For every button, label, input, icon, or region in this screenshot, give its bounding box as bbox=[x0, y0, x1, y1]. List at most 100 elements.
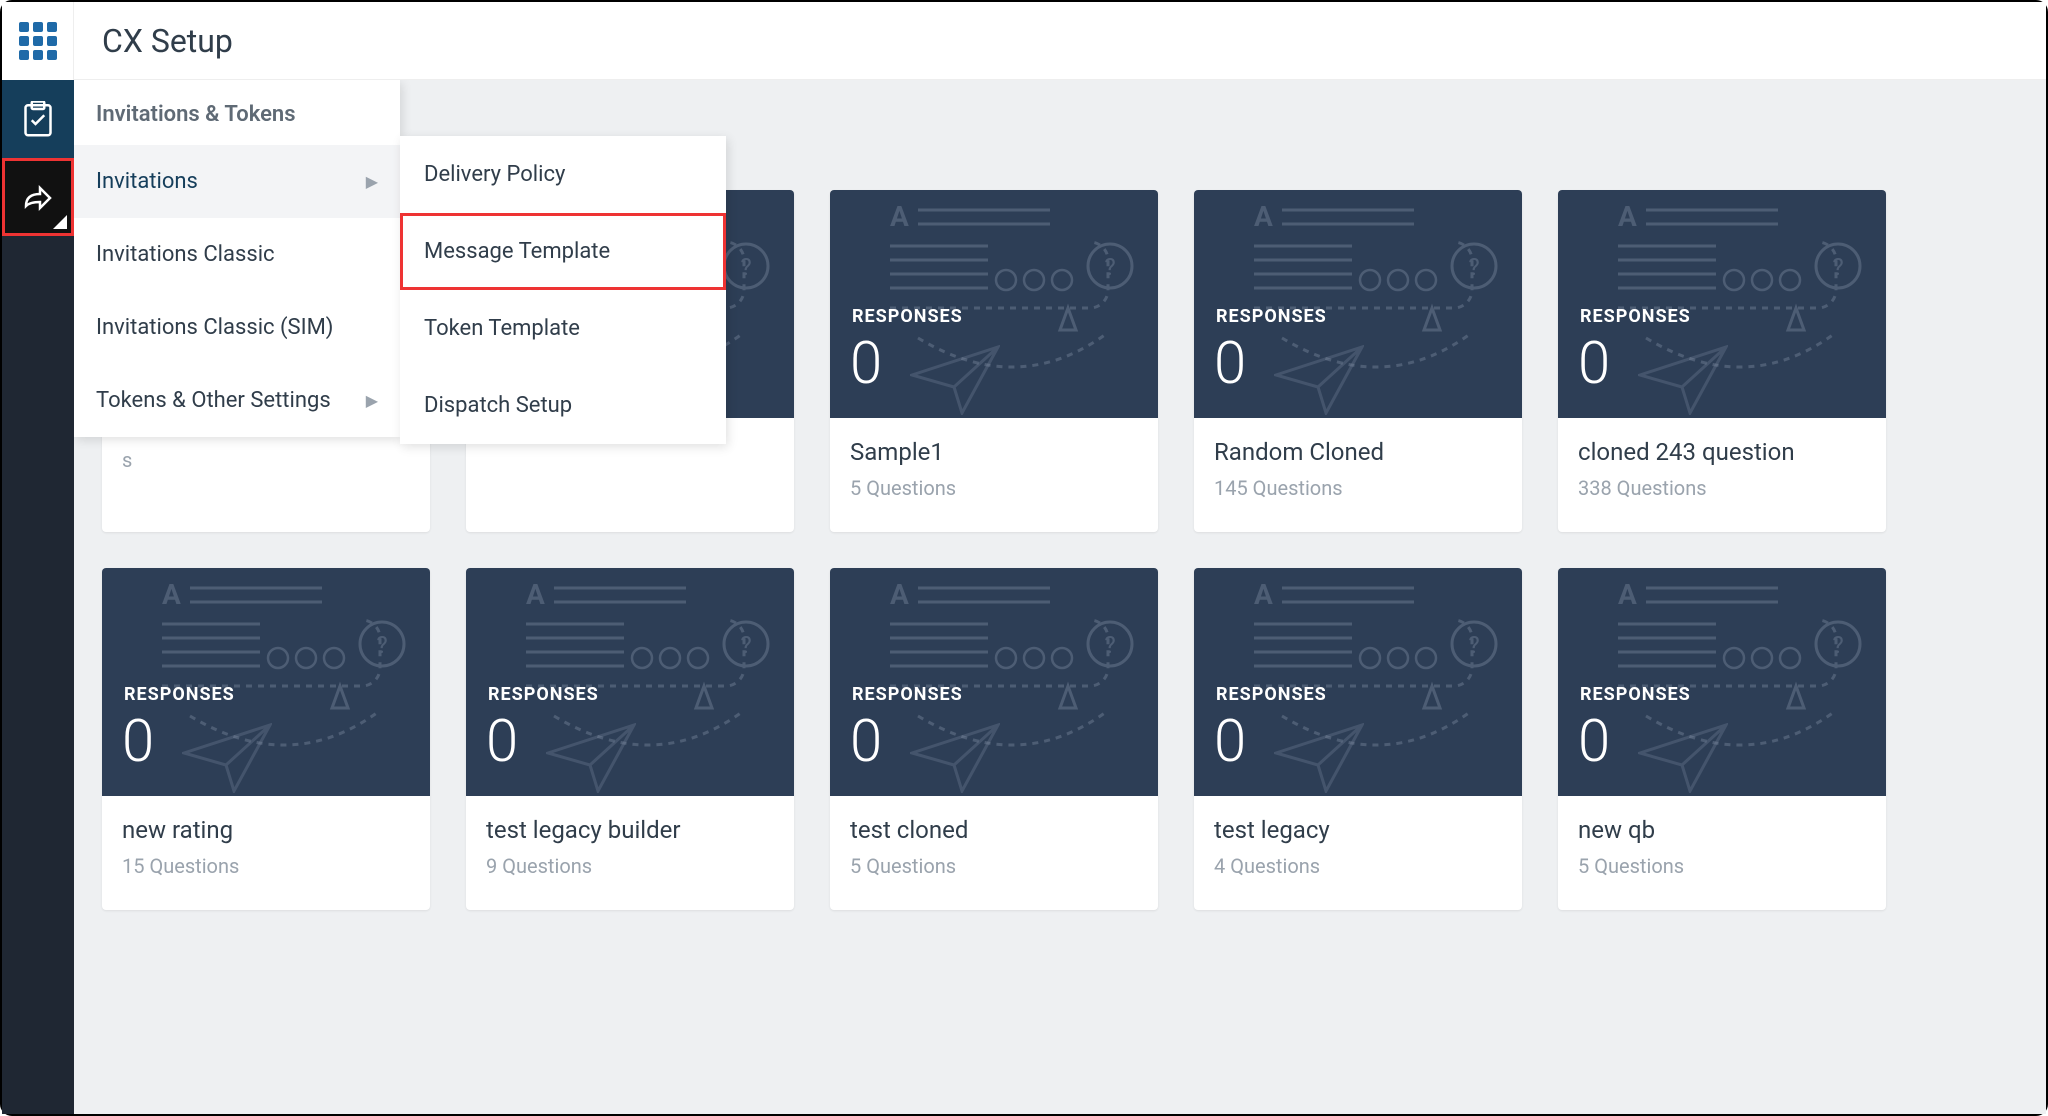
card-title: Random Cloned bbox=[1214, 438, 1502, 466]
svg-text:?: ? bbox=[1104, 631, 1115, 659]
menu-item-label: Invitations bbox=[96, 169, 198, 194]
card-subtitle: 9 Questions bbox=[486, 854, 774, 878]
svg-text:?: ? bbox=[740, 253, 751, 281]
header: CX Setup bbox=[74, 2, 2046, 80]
responses-label: RESPONSES bbox=[1216, 684, 1327, 705]
svg-text:A: A bbox=[1618, 578, 1637, 611]
questionnaire-card[interactable]: A ? RESPONSES 0 new qb 5 Questions bbox=[1558, 568, 1886, 910]
card-subtitle: 145 Questions bbox=[1214, 476, 1502, 500]
questionnaire-card[interactable]: A ? RESPONSES 0 new rating 15 Questions bbox=[102, 568, 430, 910]
card-subtitle: 338 Questions bbox=[1578, 476, 1866, 500]
card-thumbnail: A ? RESPONSES 0 bbox=[1558, 568, 1886, 796]
svg-text:?: ? bbox=[1468, 631, 1479, 659]
menu-item[interactable]: Invitations Classic (SIM) bbox=[74, 291, 400, 364]
responses-count: 0 bbox=[1578, 330, 1610, 398]
flyout-submenu-invitations: Delivery Policy Message Template Token Tem… bbox=[400, 136, 726, 444]
card-title: test legacy builder bbox=[486, 816, 774, 844]
svg-text:A: A bbox=[890, 200, 909, 233]
responses-label: RESPONSES bbox=[1216, 306, 1327, 327]
card-body: test cloned 5 Questions bbox=[830, 796, 1158, 910]
responses-count: 0 bbox=[1578, 708, 1610, 776]
card-body: new qb 5 Questions bbox=[1558, 796, 1886, 910]
flyout-menu-header: Invitations & Tokens bbox=[74, 80, 400, 145]
share-icon bbox=[21, 182, 55, 212]
svg-text:?: ? bbox=[740, 631, 751, 659]
svg-text:A: A bbox=[1254, 200, 1273, 233]
card-body: test legacy 4 Questions bbox=[1194, 796, 1522, 910]
responses-count: 0 bbox=[1214, 708, 1246, 776]
submenu-item-label: Message Template bbox=[424, 239, 610, 264]
submenu-item[interactable]: Dispatch Setup bbox=[400, 367, 726, 444]
apps-icon bbox=[19, 22, 57, 60]
menu-item[interactable]: Invitations ▶ bbox=[74, 145, 400, 218]
responses-label: RESPONSES bbox=[124, 684, 235, 705]
svg-text:A: A bbox=[1618, 200, 1637, 233]
responses-count: 0 bbox=[850, 330, 882, 398]
responses-label: RESPONSES bbox=[852, 684, 963, 705]
content: 52 Questionnaires A ? RESPONSES 0 s A bbox=[74, 80, 2046, 1114]
submenu-item[interactable]: Delivery Policy bbox=[400, 136, 726, 213]
responses-count: 0 bbox=[122, 708, 154, 776]
svg-text:?: ? bbox=[376, 631, 387, 659]
sidebar-item-questionnaires[interactable] bbox=[2, 80, 74, 158]
svg-text:?: ? bbox=[1832, 631, 1843, 659]
card-title: test cloned bbox=[850, 816, 1138, 844]
chevron-right-icon: ▶ bbox=[366, 391, 378, 410]
app-switcher[interactable] bbox=[2, 2, 74, 80]
sidebar-item-invitations[interactable] bbox=[2, 158, 74, 236]
svg-text:A: A bbox=[1254, 578, 1273, 611]
submenu-item[interactable]: Token Template bbox=[400, 290, 726, 367]
card-subtitle: s bbox=[122, 448, 410, 472]
submenu-item-label: Dispatch Setup bbox=[424, 393, 572, 418]
questionnaire-card[interactable]: A ? RESPONSES 0 test legacy 4 Questions bbox=[1194, 568, 1522, 910]
responses-label: RESPONSES bbox=[1580, 684, 1691, 705]
svg-text:A: A bbox=[526, 578, 545, 611]
submenu-item-label: Delivery Policy bbox=[424, 162, 565, 187]
card-body: Sample1 5 Questions bbox=[830, 418, 1158, 532]
card-thumbnail: A ? RESPONSES 0 bbox=[830, 568, 1158, 796]
card-title: Sample1 bbox=[850, 438, 1138, 466]
responses-label: RESPONSES bbox=[488, 684, 599, 705]
card-title: new qb bbox=[1578, 816, 1866, 844]
card-thumbnail: A ? RESPONSES 0 bbox=[1194, 568, 1522, 796]
svg-text:A: A bbox=[890, 578, 909, 611]
card-title: cloned 243 question bbox=[1578, 438, 1866, 466]
card-thumbnail: A ? RESPONSES 0 bbox=[1194, 190, 1522, 418]
menu-item[interactable]: Tokens & Other Settings ▶ bbox=[74, 364, 400, 437]
responses-label: RESPONSES bbox=[1580, 306, 1691, 327]
card-body: Random Cloned 145 Questions bbox=[1194, 418, 1522, 532]
submenu-indicator-icon bbox=[53, 215, 67, 229]
submenu-item[interactable]: Message Template bbox=[400, 213, 726, 290]
responses-label: RESPONSES bbox=[852, 306, 963, 327]
card-title: test legacy bbox=[1214, 816, 1502, 844]
questionnaire-card[interactable]: A ? RESPONSES 0 Sample1 5 Questions bbox=[830, 190, 1158, 532]
card-body: cloned 243 question 338 Questions bbox=[1558, 418, 1886, 532]
card-body: test legacy builder 9 Questions bbox=[466, 796, 794, 910]
clipboard-icon bbox=[23, 101, 53, 137]
sidebar-spacer bbox=[2, 236, 74, 1114]
svg-text:?: ? bbox=[1832, 253, 1843, 281]
card-subtitle: 5 Questions bbox=[850, 854, 1138, 878]
card-title: new rating bbox=[122, 816, 410, 844]
submenu-item-label: Token Template bbox=[424, 316, 580, 341]
card-subtitle: 4 Questions bbox=[1214, 854, 1502, 878]
questionnaire-card[interactable]: A ? RESPONSES 0 Random Cloned 145 Questi… bbox=[1194, 190, 1522, 532]
responses-count: 0 bbox=[1214, 330, 1246, 398]
questionnaire-card[interactable]: A ? RESPONSES 0 cloned 243 question 338 … bbox=[1558, 190, 1886, 532]
svg-text:?: ? bbox=[1468, 253, 1479, 281]
svg-text:A: A bbox=[162, 578, 181, 611]
menu-item-label: Tokens & Other Settings bbox=[96, 388, 331, 413]
card-thumbnail: A ? RESPONSES 0 bbox=[830, 190, 1158, 418]
chevron-right-icon: ▶ bbox=[366, 172, 378, 191]
card-body: new rating 15 Questions bbox=[102, 796, 430, 910]
menu-item-label: Invitations Classic bbox=[96, 242, 275, 267]
card-subtitle: 15 Questions bbox=[122, 854, 410, 878]
card-subtitle: 5 Questions bbox=[1578, 854, 1866, 878]
questionnaire-card[interactable]: A ? RESPONSES 0 test legacy builder 9 Qu… bbox=[466, 568, 794, 910]
menu-item[interactable]: Invitations Classic bbox=[74, 218, 400, 291]
svg-text:?: ? bbox=[1104, 253, 1115, 281]
card-thumbnail: A ? RESPONSES 0 bbox=[102, 568, 430, 796]
card-subtitle: 5 Questions bbox=[850, 476, 1138, 500]
menu-item-label: Invitations Classic (SIM) bbox=[96, 315, 333, 340]
questionnaire-card[interactable]: A ? RESPONSES 0 test cloned 5 Questions bbox=[830, 568, 1158, 910]
